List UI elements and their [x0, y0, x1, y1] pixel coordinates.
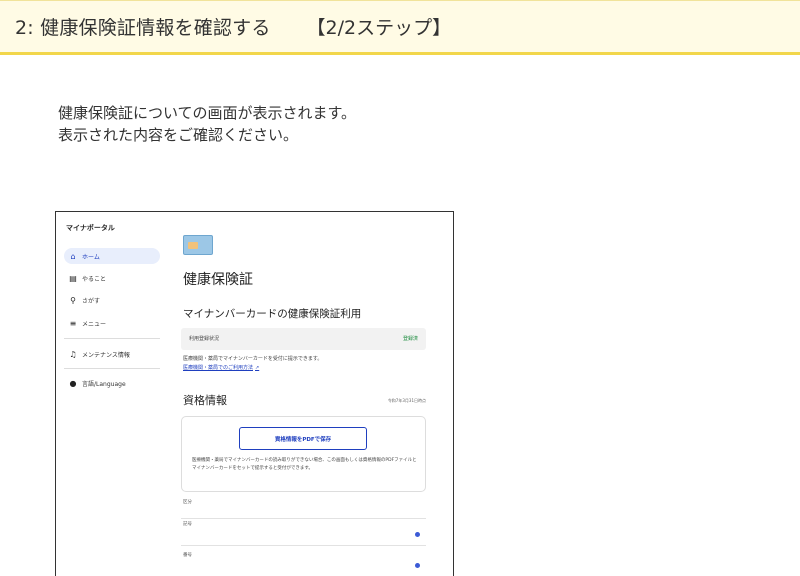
intro-line-1: 健康保険証についての画面が表示されます。 [58, 104, 357, 122]
section-title: マイナンバーカードの健康保険証利用 [183, 308, 362, 320]
pdf-panel: 資格情報をPDFで保存 医療機関・薬局でマイナンバーカードの読み取りができない場… [181, 416, 426, 492]
status-badge: 登録済 [402, 336, 418, 342]
search-icon: ⚲ [70, 295, 76, 305]
field-label: 区分 [183, 500, 192, 505]
sidebar-item-label: 言語/Language [82, 380, 126, 388]
sidebar-item-home[interactable]: ⌂ ホーム [64, 248, 160, 264]
usage-link-label: 医療機関・薬局でのご利用方法 [183, 365, 254, 371]
registration-status: 利用登録状況 登録済 [181, 328, 426, 350]
save-pdf-button[interactable]: 資格情報をPDFで保存 [239, 427, 367, 450]
usage-note: 医療機関・薬局でマイナンバーカードを受付に提示できます。 [183, 356, 323, 362]
sidebar-item-label: やること [82, 275, 107, 283]
field-number: 番号 [181, 552, 426, 576]
sidebar-item-language[interactable]: ● 言語/Language [64, 375, 160, 391]
page-title: 健康保険証 [183, 272, 253, 288]
qualification-title: 資格情報 [183, 394, 227, 407]
as-of-date: 令和7年3月31日時点 [387, 398, 426, 403]
sidebar-item-label: さがす [82, 297, 101, 305]
home-icon: ⌂ [70, 251, 76, 261]
step-progress: 【2/2ステップ】 [306, 17, 452, 39]
step-title: 2: 健康保険証情報を確認する [15, 17, 271, 39]
sidebar-divider [64, 368, 160, 369]
bell-icon: ♫ [69, 349, 77, 359]
pdf-description: 医療機関・薬局でマイナンバーカードの読み取りができない場合、この画面もしくは資格… [192, 458, 417, 471]
sidebar-divider [64, 338, 160, 339]
menu-icon: ≡ [69, 318, 77, 328]
brand-logo: マイナポータル [66, 224, 115, 232]
sidebar-item-label: ホーム [82, 253, 100, 261]
insurance-card-icon [183, 235, 213, 255]
sidebar-item-label: メンテナンス情報 [82, 351, 130, 359]
sidebar-item-todo[interactable]: ▤ やること [64, 270, 160, 286]
field-symbol: 記号 [181, 521, 426, 546]
sidebar-item-maintenance[interactable]: ♫ メンテナンス情報 [64, 346, 160, 362]
embedded-screenshot: マイナポータル ⌂ ホーム ▤ やること ⚲ さがす ≡ メニュー ♫ メンテナ… [55, 211, 454, 576]
external-link-icon: ↗ [255, 365, 260, 371]
eye-icon[interactable] [415, 563, 420, 568]
sidebar-item-search[interactable]: ⚲ さがす [64, 292, 160, 308]
main-content: 健康保険証 マイナンバーカードの健康保険証利用 利用登録状況 登録済 医療機関・… [181, 212, 426, 576]
eye-icon[interactable] [415, 532, 420, 537]
intro-text: 健康保険証についての画面が表示されます。 表示された内容をご確認ください。 [58, 102, 356, 146]
step-header: 2: 健康保険証情報を確認する 【2/2ステップ】 [0, 0, 800, 55]
globe-icon: ● [69, 378, 77, 388]
status-label: 利用登録状況 [189, 336, 220, 342]
sidebar-item-menu[interactable]: ≡ メニュー [64, 315, 160, 331]
field-category: 区分 [181, 499, 426, 519]
intro-line-2: 表示された内容をご確認ください。 [58, 126, 299, 144]
clipboard-icon: ▤ [69, 273, 77, 283]
sidebar-item-label: メニュー [82, 320, 107, 328]
sidebar: マイナポータル ⌂ ホーム ▤ やること ⚲ さがす ≡ メニュー ♫ メンテナ… [56, 212, 166, 576]
field-label: 記号 [183, 522, 192, 527]
field-label: 番号 [183, 553, 192, 558]
usage-link[interactable]: 医療機関・薬局でのご利用方法 ↗ [183, 364, 259, 371]
